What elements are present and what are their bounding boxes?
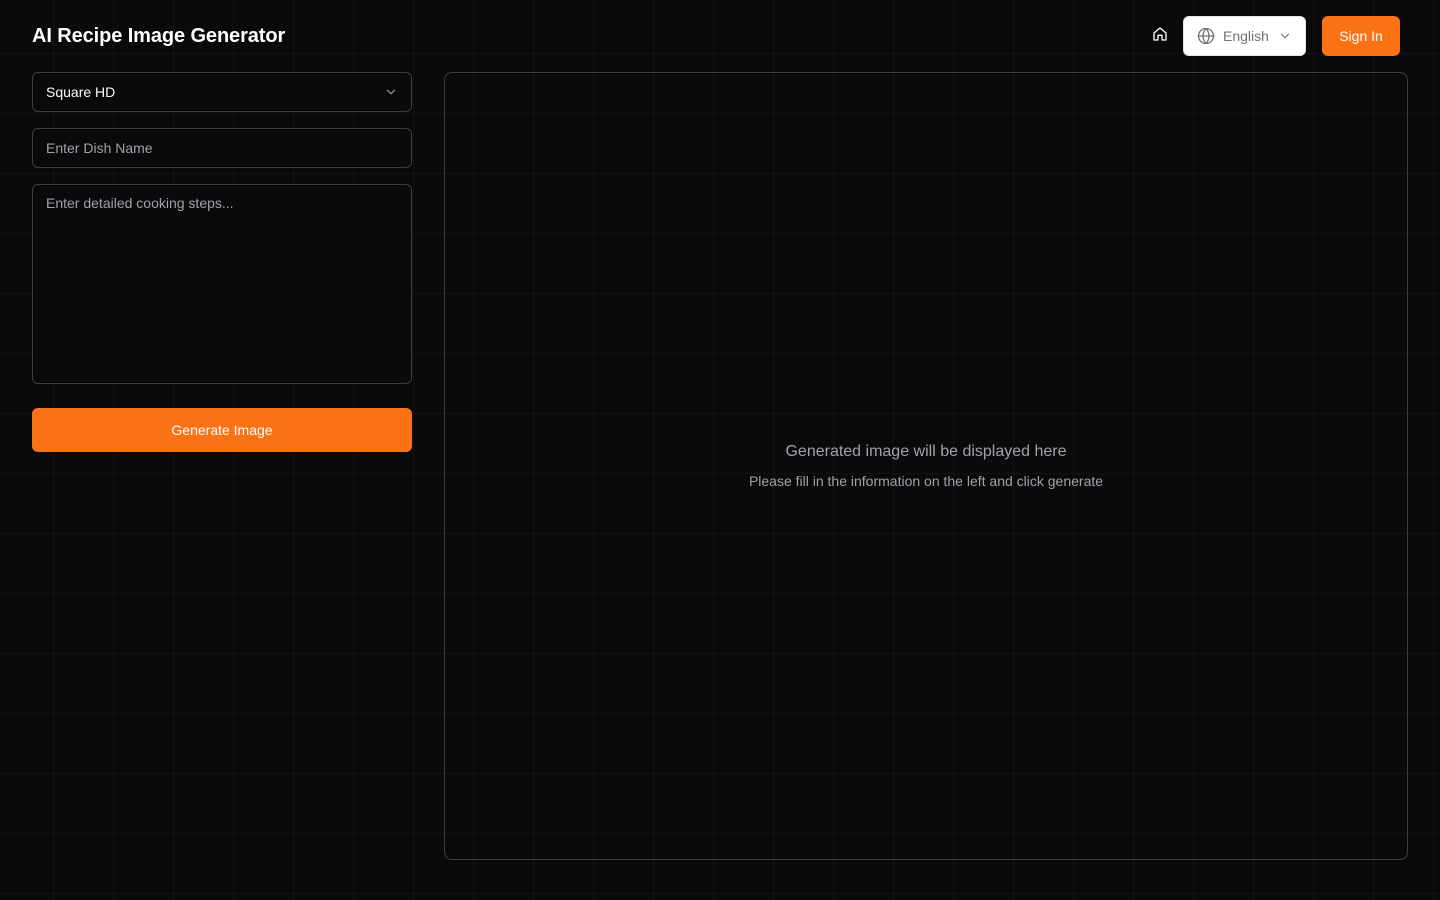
image-preview-area: Generated image will be displayed here P… (444, 72, 1408, 860)
globe-icon (1197, 27, 1215, 45)
preview-placeholder-title: Generated image will be displayed here (785, 443, 1067, 460)
image-size-select[interactable]: Square HD (32, 72, 412, 112)
chevron-down-icon (1278, 29, 1292, 43)
generate-image-button[interactable]: Generate Image (32, 408, 412, 452)
language-select[interactable]: English (1183, 16, 1306, 56)
chevron-down-icon (384, 85, 398, 99)
home-button[interactable] (1140, 16, 1180, 56)
home-icon (1152, 26, 1168, 47)
language-label: English (1223, 28, 1269, 44)
header: AI Recipe Image Generator English Sign I… (32, 16, 1400, 56)
app-title: AI Recipe Image Generator (32, 24, 286, 47)
cooking-steps-input[interactable] (32, 184, 412, 384)
signin-button[interactable]: Sign In (1322, 16, 1400, 56)
dish-name-input[interactable] (32, 128, 412, 168)
header-actions: English Sign In (1140, 16, 1400, 56)
preview-placeholder-subtitle: Please fill in the information on the le… (748, 473, 1104, 489)
input-panel: Square HD Generate Image (32, 72, 412, 452)
image-size-value: Square HD (46, 84, 116, 100)
